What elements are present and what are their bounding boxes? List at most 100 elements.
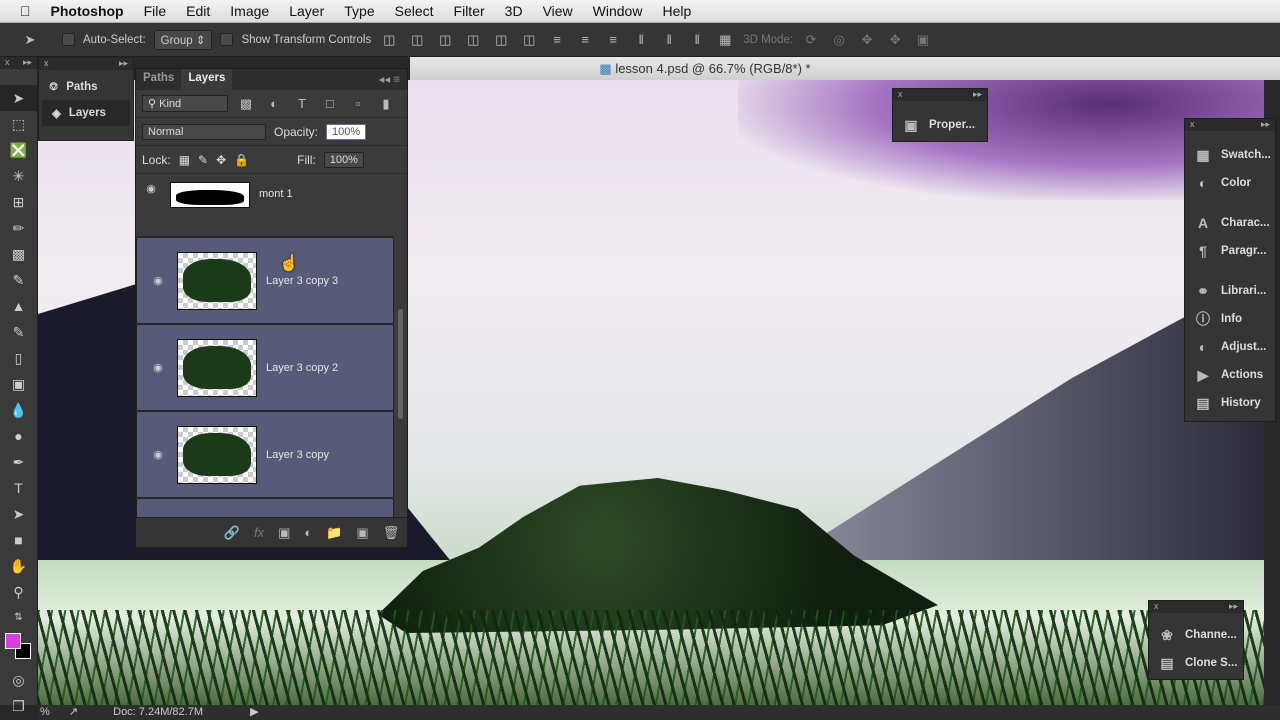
3d-drag-icon[interactable]: ✥ (857, 32, 877, 48)
distribute-right-icon[interactable]: ‖ (687, 32, 707, 47)
screen-mode-icon[interactable]: ❐ (0, 693, 37, 719)
channels-button[interactable]: ❀ Channe... (1149, 621, 1243, 649)
move-tool-icon[interactable]: ➤ (0, 85, 37, 111)
swap-colors-icon[interactable]: ⇅ (0, 605, 37, 631)
menu-image[interactable]: Image (230, 3, 269, 19)
filter-adjustment-icon[interactable]: ◐ (264, 96, 284, 111)
fx-icon[interactable]: fx (254, 525, 264, 540)
menu-file[interactable]: File (144, 3, 167, 19)
filter-pixel-icon[interactable]: ▩ (236, 96, 256, 112)
stamp-tool-icon[interactable]: ▲ (0, 293, 37, 319)
panel-menu-icon[interactable]: ◂◂ ≡ (372, 69, 407, 90)
lasso-tool-icon[interactable]: ❎ (0, 137, 37, 163)
history-button[interactable]: ▤ History (1185, 389, 1275, 417)
3d-slide-icon[interactable]: ✥ (885, 32, 905, 48)
visibility-eye-icon[interactable]: ◉ (143, 361, 173, 374)
filter-shape-icon[interactable]: □ (320, 96, 340, 111)
blur-tool-icon[interactable]: 💧 (0, 397, 37, 423)
align-hcenter-icon[interactable]: ◫ (491, 32, 511, 48)
foreground-color-swatch[interactable] (5, 633, 21, 649)
menu-view[interactable]: View (543, 3, 573, 19)
rectangle-tool-icon[interactable]: ■ (0, 527, 37, 553)
filter-toggle[interactable]: ▮ (376, 96, 396, 112)
menu-select[interactable]: Select (395, 3, 434, 19)
dock-layers-button[interactable]: ◈ Layers (42, 100, 130, 126)
character-button[interactable]: A Charac... (1185, 209, 1275, 237)
path-selection-tool-icon[interactable]: ➤ (0, 501, 37, 527)
new-group-icon[interactable]: 📁 (326, 525, 342, 541)
magic-wand-tool-icon[interactable]: ✳ (0, 163, 37, 189)
visibility-eye-icon[interactable]: ◉ (136, 182, 166, 195)
blend-mode-dropdown[interactable]: Normal (142, 123, 266, 140)
eraser-tool-icon[interactable]: ▯ (0, 345, 37, 371)
align-bottom-icon[interactable]: ◫ (435, 32, 455, 48)
align-top-icon[interactable]: ◫ (379, 32, 399, 48)
zoom-level[interactable]: % (40, 706, 50, 718)
filter-kind-dropdown[interactable]: ⚲ Kind (142, 95, 228, 112)
move-tool-icon[interactable]: ➤ (20, 32, 40, 48)
gradient-tool-icon[interactable]: ▣ (0, 371, 37, 397)
fill-input[interactable]: 100% (323, 151, 364, 168)
menu-window[interactable]: Window (593, 3, 643, 19)
status-menu-arrow-icon[interactable]: ▶ (250, 706, 258, 718)
add-mask-icon[interactable]: ▣ (278, 525, 290, 541)
dock-paths-button[interactable]: ⎊ Paths (39, 74, 133, 100)
tab-layers[interactable]: Layers (181, 69, 233, 90)
layer-row[interactable]: ◉ Layer 3 copy (136, 411, 394, 498)
menu-edit[interactable]: Edit (186, 3, 210, 19)
quick-mask-icon[interactable]: ◎ (0, 667, 37, 693)
menu-app[interactable]: Photoshop (51, 3, 124, 19)
menu-3d[interactable]: 3D (505, 3, 523, 19)
clone-source-button[interactable]: ▤ Clone S... (1149, 649, 1243, 677)
auto-select-checkbox[interactable] (62, 33, 75, 46)
type-tool-icon[interactable]: T (0, 475, 37, 501)
eyedropper-tool-icon[interactable]: ✏ (0, 215, 37, 241)
visibility-eye-icon[interactable]: ◉ (143, 274, 173, 287)
align-left-icon[interactable]: ◫ (463, 32, 483, 48)
auto-align-icon[interactable]: ▦ (715, 32, 735, 48)
filter-type-icon[interactable]: T (292, 96, 312, 111)
opacity-input[interactable]: 100% (326, 123, 367, 140)
swatches-button[interactable]: ▦ Swatch... (1185, 141, 1275, 169)
history-brush-tool-icon[interactable]: ✎ (0, 319, 37, 345)
distribute-left-icon[interactable]: ‖ (631, 32, 651, 47)
apple-icon[interactable]:  (20, 3, 31, 19)
actions-button[interactable]: ▶ Actions (1185, 361, 1275, 389)
menu-type[interactable]: Type (344, 3, 374, 19)
lock-position-icon[interactable]: ✥ (216, 153, 226, 167)
share-icon[interactable]: ↗ (69, 706, 78, 718)
zoom-tool-icon[interactable]: ⚲ (0, 579, 37, 605)
show-transform-checkbox[interactable] (220, 33, 234, 46)
adjustment-layer-icon[interactable]: ◐ (304, 525, 312, 540)
align-right-icon[interactable]: ◫ (519, 32, 539, 48)
adjustments-button[interactable]: ◐ Adjust... (1185, 333, 1275, 361)
lock-image-icon[interactable]: ✎ (198, 153, 208, 167)
align-vcenter-icon[interactable]: ◫ (407, 32, 427, 48)
brush-tool-icon[interactable]: ✎ (0, 267, 37, 293)
properties-button[interactable]: ▣ Proper... (893, 111, 987, 139)
hand-tool-icon[interactable]: ✋ (0, 553, 37, 579)
new-layer-icon[interactable]: ▣ (356, 525, 368, 541)
3d-rotate-icon[interactable]: ⟳ (801, 32, 821, 48)
link-layers-icon[interactable]: 🔗 (224, 525, 240, 541)
distribute-vcenter-icon[interactable]: ≡ (575, 32, 595, 47)
pen-tool-icon[interactable]: ✒ (0, 449, 37, 475)
menu-layer[interactable]: Layer (289, 3, 324, 19)
document-tab[interactable]: ▩ lesson 4.psd @ 66.7% (RGB/8*) * (410, 57, 1280, 80)
3d-roll-icon[interactable]: ◎ (829, 32, 849, 48)
layer-row[interactable]: ◉ mont 1 (136, 179, 394, 237)
3d-scale-icon[interactable]: ▣ (913, 32, 933, 48)
lock-all-icon[interactable]: 🔒 (234, 153, 249, 167)
visibility-eye-icon[interactable]: ◉ (143, 448, 173, 461)
distribute-hcenter-icon[interactable]: ‖ (659, 32, 679, 47)
dodge-tool-icon[interactable]: ● (0, 423, 37, 449)
libraries-button[interactable]: ⚭ Librari... (1185, 277, 1275, 305)
healing-brush-tool-icon[interactable]: ▩ (0, 241, 37, 267)
menu-help[interactable]: Help (662, 3, 691, 19)
auto-select-mode-dropdown[interactable]: Group ⇕ (153, 29, 213, 50)
color-button[interactable]: ◐ Color (1185, 169, 1275, 197)
filter-smart-object-icon[interactable]: ▫ (348, 96, 368, 111)
lock-transparent-icon[interactable]: ▦ (179, 153, 190, 167)
info-button[interactable]: ⓘ Info (1185, 305, 1275, 333)
marquee-tool-icon[interactable]: ⬚ (0, 111, 37, 137)
